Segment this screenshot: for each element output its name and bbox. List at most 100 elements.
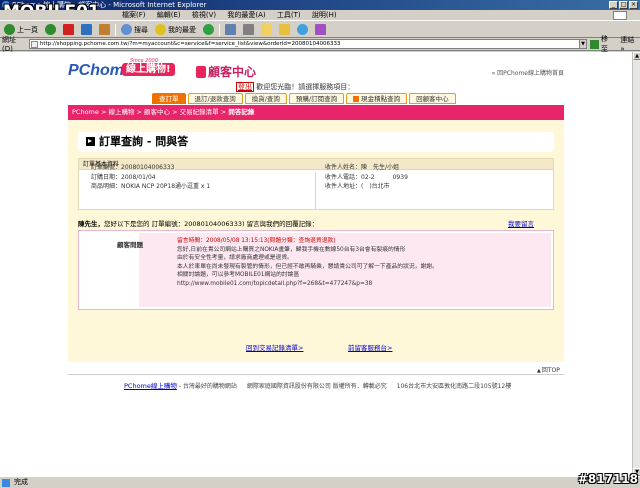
footer-divider: [68, 374, 564, 375]
tab-points-query[interactable]: 現金積點查詢: [346, 93, 408, 104]
menu-favorites[interactable]: 我的最愛(A): [227, 11, 265, 19]
tab-exchange-query[interactable]: 換貨/查詢: [244, 93, 287, 104]
search-icon: [121, 24, 132, 35]
links-button[interactable]: 連結 »: [620, 35, 640, 53]
minimize-button[interactable]: _: [609, 1, 618, 9]
print-icon: [243, 24, 254, 35]
menu-help[interactable]: 說明(H): [312, 11, 337, 19]
edit-icon: [261, 24, 272, 35]
breadcrumb-current: 問答記錄: [226, 108, 255, 116]
tab-back-cs[interactable]: 回顧客中心: [409, 93, 456, 104]
tab-preorder-query[interactable]: 預購/訂閱查詢: [288, 93, 345, 104]
page-title-text: 訂單查詢 - 問與答: [99, 135, 189, 148]
status-bar: 完成 #817118: [0, 472, 640, 488]
qa-intro-text: 您好以下是您的 訂單編號：20080104006333) 留言與我們的回覆記錄：: [104, 220, 319, 228]
toolbar-separator: [219, 23, 220, 36]
order-info-box: 訂單基本資料 訂單編號：20080104006333 訂購日期：2008/01/…: [78, 158, 554, 210]
info-divider: [315, 172, 316, 209]
star-icon: [155, 24, 166, 35]
order-date: 訂購日期：2008/01/04: [91, 173, 156, 181]
tab-refund-query[interactable]: 退訂/退款查詢: [187, 93, 243, 104]
watermark-id: #817118: [577, 472, 638, 486]
recipient-name: 收件人姓名：陳 先生/小姐: [325, 164, 400, 171]
question-label: 顧客問題: [117, 241, 143, 249]
menu-bar: 檔案(F) 編輯(E) 檢視(V) 我的最愛(A) 工具(T) 說明(H): [0, 10, 640, 21]
go-arrow-icon: [590, 39, 599, 49]
favorites-button[interactable]: 我的最愛: [153, 23, 198, 37]
address-input[interactable]: http://shopping.pchome.com.tw/?m=myaccou…: [28, 39, 580, 49]
folder-button[interactable]: [277, 23, 292, 37]
stop-icon: [63, 24, 74, 35]
go-button[interactable]: 移至: [590, 34, 614, 54]
footer: PChome線上購物 - 台灣最好的購物網站 網際家庭國際資訊股份有限公司 版權…: [124, 380, 511, 390]
toolbar: 上一頁 搜尋 我的最愛: [0, 22, 640, 38]
history-button[interactable]: [201, 23, 216, 37]
back-to-top-link[interactable]: 回TOP: [537, 365, 560, 374]
question-line: 相關討論題，可以參考MOBILE01網站的討論區: [177, 272, 300, 279]
question-text: 留言時間：2008/05/08 13:15:13(問題分類：查詢退貨退款) 您好…: [177, 237, 438, 289]
play-arrow-icon: [86, 137, 95, 146]
back-home-link[interactable]: « 回PChome線上購物首頁: [492, 68, 564, 77]
question-time: 留言時間：2008/05/08 13:15:13(問題分類：查詢退貨退款): [177, 238, 336, 244]
order-info-right: 收件人姓名：陳 先生/小姐 收件人電話：02-2 0939 收件人地址：( )台…: [325, 163, 408, 192]
order-items: 商品明細：NOKIA NCP 20P18通小逗重 x 1: [91, 183, 211, 190]
menu-view[interactable]: 檢視(V): [192, 11, 216, 19]
forward-button[interactable]: [43, 23, 58, 37]
question-line: 您好,日前在貴公司網站上購買之NOKIA畫筆，歸我手機在數線50台有3台會有裂痕…: [177, 246, 406, 253]
footer-slogan: - 台灣最好的購物網站: [178, 383, 237, 390]
search-button[interactable]: 搜尋: [119, 23, 150, 37]
question-line: 由於有安全性考量，請求廠商處理或是退貨。: [177, 255, 293, 262]
address-dropdown-icon[interactable]: ▼: [578, 39, 588, 49]
tools-button[interactable]: [313, 23, 328, 37]
address-bar: 網址(D) http://shopping.pchome.com.tw/?m=m…: [0, 35, 640, 53]
question-line: 本人於車單在尚未發現有裂管的情形，但已經不敢再騎乘，懇請貴公司可了解一下產品的狀…: [177, 263, 438, 270]
maximize-button[interactable]: □: [619, 1, 628, 9]
tab-query-order[interactable]: 查訂單: [152, 93, 186, 104]
status-page-icon: [2, 479, 10, 487]
footer-copyright: 網際家庭國際資訊股份有限公司 版權所有．轉載必究: [246, 383, 387, 390]
menu-file[interactable]: 檔案(F): [122, 11, 146, 19]
order-number: 訂單編號：20080104006333: [91, 164, 175, 171]
tools-icon: [315, 24, 326, 35]
logo-tag: 線上購物!: [122, 63, 175, 76]
content-panel: 訂單查詢 - 問與答 訂單基本資料 訂單編號：20080104006333 訂購…: [68, 120, 564, 362]
messenger-button[interactable]: [295, 23, 310, 37]
home-button[interactable]: [97, 23, 112, 37]
user-bar: 登出 歡迎您光臨！請選擇服務項目：: [236, 82, 354, 92]
breadcrumb-path[interactable]: PChome > 線上購物 > 顧客中心 > 交易紀錄清單 >: [72, 108, 226, 116]
recipient-phone: 收件人電話：02-2 0939: [325, 173, 408, 181]
customer-center-title: 顧客中心: [196, 63, 256, 80]
address-url: http://shopping.pchome.com.tw/?m=myaccou…: [39, 41, 341, 47]
leave-message-link[interactable]: 我要留言: [508, 218, 534, 228]
question-url[interactable]: http://www.mobile01.com/topicdetail.php?…: [177, 280, 438, 289]
vertical-scrollbar[interactable]: ▲ ▼: [632, 52, 640, 476]
stop-button[interactable]: [61, 23, 76, 37]
mail-icon: [225, 24, 236, 35]
menu-edit[interactable]: 編輯(E): [157, 11, 181, 19]
toolbar-separator: [115, 23, 116, 36]
menu-tools[interactable]: 工具(T): [277, 11, 301, 19]
scroll-up-icon[interactable]: ▲: [633, 52, 640, 60]
folder-icon: [279, 24, 290, 35]
address-label: 網址(D): [2, 36, 16, 53]
footer-brand-link[interactable]: PChome線上購物: [124, 382, 177, 390]
page-viewport: PChome Since 2000 線上購物! 顧客中心 « 回PChome線上…: [0, 52, 632, 476]
back-to-list-link[interactable]: 回到交易記錄清單>: [246, 342, 303, 352]
refresh-button[interactable]: [79, 23, 94, 37]
logout-link[interactable]: 登出: [236, 82, 254, 92]
print-button[interactable]: [241, 23, 256, 37]
close-button[interactable]: ×: [629, 1, 638, 9]
status-text: 完成: [14, 478, 28, 486]
edit-button[interactable]: [259, 23, 274, 37]
question-box: 顧客問題 留言時間：2008/05/08 13:15:13(問題分類：查詢退貨退…: [78, 230, 554, 310]
back-label: 上一頁: [17, 25, 38, 34]
back-arrow-icon: [4, 24, 15, 35]
service-desk-link[interactable]: 前留客服務台>: [348, 342, 392, 352]
history-icon: [203, 24, 214, 35]
go-label: 移至: [600, 35, 608, 53]
qa-intro: 陳先生，您好以下是您的 訂單編號：20080104006333) 留言與我們的回…: [78, 218, 318, 228]
welcome-text: 歡迎您光臨！請選擇服務項目：: [256, 83, 355, 91]
mail-button[interactable]: [223, 23, 238, 37]
windows-logo-icon: [613, 11, 627, 20]
footer-address: 106台北市大安區敦化南路二段105號12樓: [396, 383, 512, 390]
